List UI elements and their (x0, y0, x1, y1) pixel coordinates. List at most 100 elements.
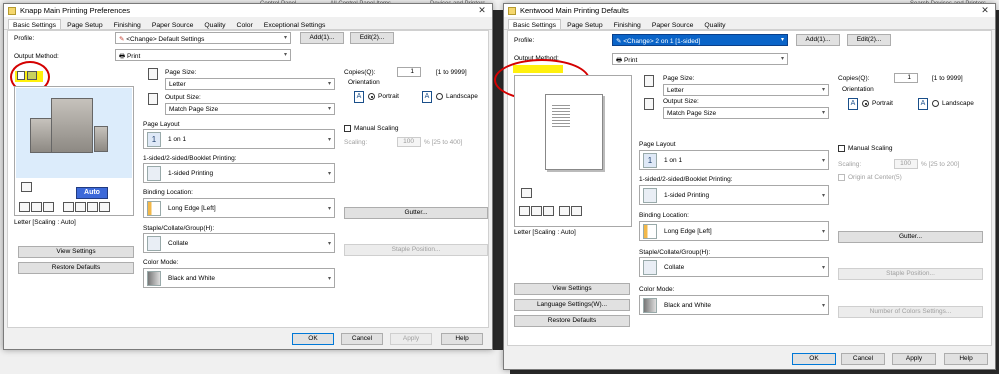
duplex-icon[interactable] (531, 206, 542, 216)
page-size-select[interactable]: Letter ▾ (165, 78, 335, 90)
color-mode-select[interactable]: Black and White ▾ (143, 268, 335, 288)
output-method-select[interactable]: 🖶 Print ▾ (612, 53, 788, 65)
manual-scaling-checkbox[interactable] (344, 125, 351, 132)
collate-icon (643, 260, 657, 275)
auto-button[interactable]: Auto (76, 187, 108, 199)
page-icon[interactable] (519, 206, 530, 216)
portrait-radio[interactable] (368, 93, 375, 100)
cancel-button[interactable]: Cancel (841, 353, 885, 365)
staple-collate-select[interactable]: Collate ▾ (639, 257, 829, 277)
add-profile-button[interactable]: Add(1)... (796, 34, 840, 46)
restore-defaults-button[interactable]: Restore Defaults (18, 262, 134, 274)
origin-center-checkbox[interactable] (838, 174, 845, 181)
gutter-button[interactable]: Gutter... (344, 207, 488, 219)
landscape-radio[interactable] (932, 100, 939, 107)
title-bar: Kentwood Main Printing Defaults ✕ (504, 4, 995, 17)
tab-basic-settings[interactable]: Basic Settings (8, 19, 62, 29)
binding-location-select[interactable]: Long Edge [Left] ▾ (143, 198, 335, 218)
copies-label: Copies(Q): (838, 75, 870, 82)
landscape-icon: A (918, 98, 928, 110)
edit-profile-button[interactable]: Edit(2)... (847, 34, 891, 46)
number-of-colors-button[interactable]: Number of Colors Settings... (838, 306, 983, 318)
tray-icon[interactable] (63, 202, 74, 212)
staple-collate-select[interactable]: Collate ▾ (143, 233, 335, 253)
add-profile-button[interactable]: Add(1)... (300, 32, 344, 44)
tab-quality[interactable]: Quality (699, 19, 730, 29)
landscape-radio[interactable] (436, 93, 443, 100)
page-layout-select[interactable]: 1 1 on 1 ▾ (639, 150, 829, 170)
page-size-select[interactable]: Letter ▾ (663, 84, 829, 96)
sided-printing-select[interactable]: 1-sided Printing ▾ (143, 163, 335, 183)
profile-select[interactable]: ✎ <Change> 2 on 1 [1-sided] ▾ (612, 34, 788, 46)
close-icon[interactable]: ✕ (975, 5, 995, 16)
sided-label: 1-sided/2-sided/Booklet Printing: (143, 155, 237, 162)
staple-icon[interactable] (43, 202, 54, 212)
restore-defaults-button[interactable]: Restore Defaults (514, 315, 630, 327)
duplex-icon[interactable] (31, 202, 42, 212)
ok-button[interactable]: OK (792, 353, 836, 365)
output-size-select[interactable]: Match Page Size ▾ (165, 103, 335, 115)
tab-finishing[interactable]: Finishing (109, 19, 146, 29)
profile-label: Profile: (514, 37, 535, 44)
tab-finishing[interactable]: Finishing (609, 19, 646, 29)
view-settings-button[interactable]: View Settings (18, 246, 134, 258)
page-layout-value: 1 on 1 (168, 136, 187, 143)
color-mode-value: Black and White (168, 275, 215, 282)
portrait-radio[interactable] (862, 100, 869, 107)
view-settings-button[interactable]: View Settings (514, 283, 630, 295)
sided-printing-select[interactable]: 1-sided Printing ▾ (639, 185, 829, 205)
staple-position-button[interactable]: Staple Position... (344, 244, 488, 256)
staple-icon[interactable] (543, 206, 554, 216)
tab-quality[interactable]: Quality (199, 19, 230, 29)
ok-button[interactable]: OK (292, 333, 334, 345)
tab-color[interactable]: Color (232, 19, 258, 29)
close-icon[interactable]: ✕ (472, 5, 492, 16)
printer-preview: Auto (14, 86, 134, 216)
tab-page-setup[interactable]: Page Setup (62, 19, 108, 29)
page-size-icon (148, 68, 158, 80)
output-method-select[interactable]: 🖶 Print ▾ (115, 49, 291, 61)
tab-paper-source[interactable]: Paper Source (647, 19, 699, 29)
portrait-label: Portrait (872, 100, 893, 107)
output-size-select[interactable]: Match Page Size ▾ (663, 107, 829, 119)
color-icon[interactable] (571, 206, 582, 216)
staple-position-button[interactable]: Staple Position... (838, 268, 983, 280)
help-button[interactable]: Help (441, 333, 483, 345)
title-bar: Knapp Main Printing Preferences ✕ (4, 4, 492, 17)
gutter-button[interactable]: Gutter... (838, 231, 983, 243)
cancel-button[interactable]: Cancel (341, 333, 383, 345)
layout-icon (21, 182, 32, 192)
scaling-label: Scaling: (838, 161, 862, 168)
tab-basic-settings[interactable]: Basic Settings (508, 19, 562, 29)
copies-spinner[interactable]: 1 (397, 67, 421, 77)
page-icon[interactable] (19, 202, 30, 212)
manual-scaling-checkbox[interactable] (838, 145, 845, 152)
tab-page-setup[interactable]: Page Setup (562, 19, 608, 29)
scaling-spinner[interactable]: 100 (397, 137, 421, 147)
color-icon[interactable] (75, 202, 86, 212)
edit-profile-button[interactable]: Edit(2)... (350, 32, 394, 44)
apply-button[interactable]: Apply (390, 333, 432, 345)
scaling-spinner[interactable]: 100 (894, 159, 918, 169)
chevron-down-icon: ▾ (821, 303, 825, 309)
page-layout-select[interactable]: 1 1 on 1 ▾ (143, 129, 335, 149)
finish-icon[interactable] (87, 202, 98, 212)
chevron-down-icon: ▾ (780, 37, 784, 43)
profile-label: Profile: (14, 35, 35, 42)
binding-value: Long Edge [Left] (168, 205, 216, 212)
language-settings-button[interactable]: Language Settings(W)... (514, 299, 630, 311)
orientation-label: Orientation (348, 79, 380, 86)
color-mode-select[interactable]: Black and White ▾ (639, 295, 829, 315)
quality-icon[interactable] (99, 202, 110, 212)
apply-button[interactable]: Apply (892, 353, 936, 365)
tab-paper-source[interactable]: Paper Source (147, 19, 199, 29)
tray-icon[interactable] (559, 206, 570, 216)
scaling-range: % [25 to 200] (921, 161, 960, 168)
copies-spinner[interactable]: 1 (894, 73, 918, 83)
page-layout-icon: 1 (643, 153, 657, 168)
binding-location-select[interactable]: Long Edge [Left] ▾ (639, 221, 829, 241)
profile-select[interactable]: ✎ <Change> Default Settings ▾ (115, 32, 291, 44)
dialog-footer: OK Cancel Apply Help (4, 329, 492, 349)
help-button[interactable]: Help (944, 353, 988, 365)
tab-exceptional-settings[interactable]: Exceptional Settings (259, 19, 331, 29)
